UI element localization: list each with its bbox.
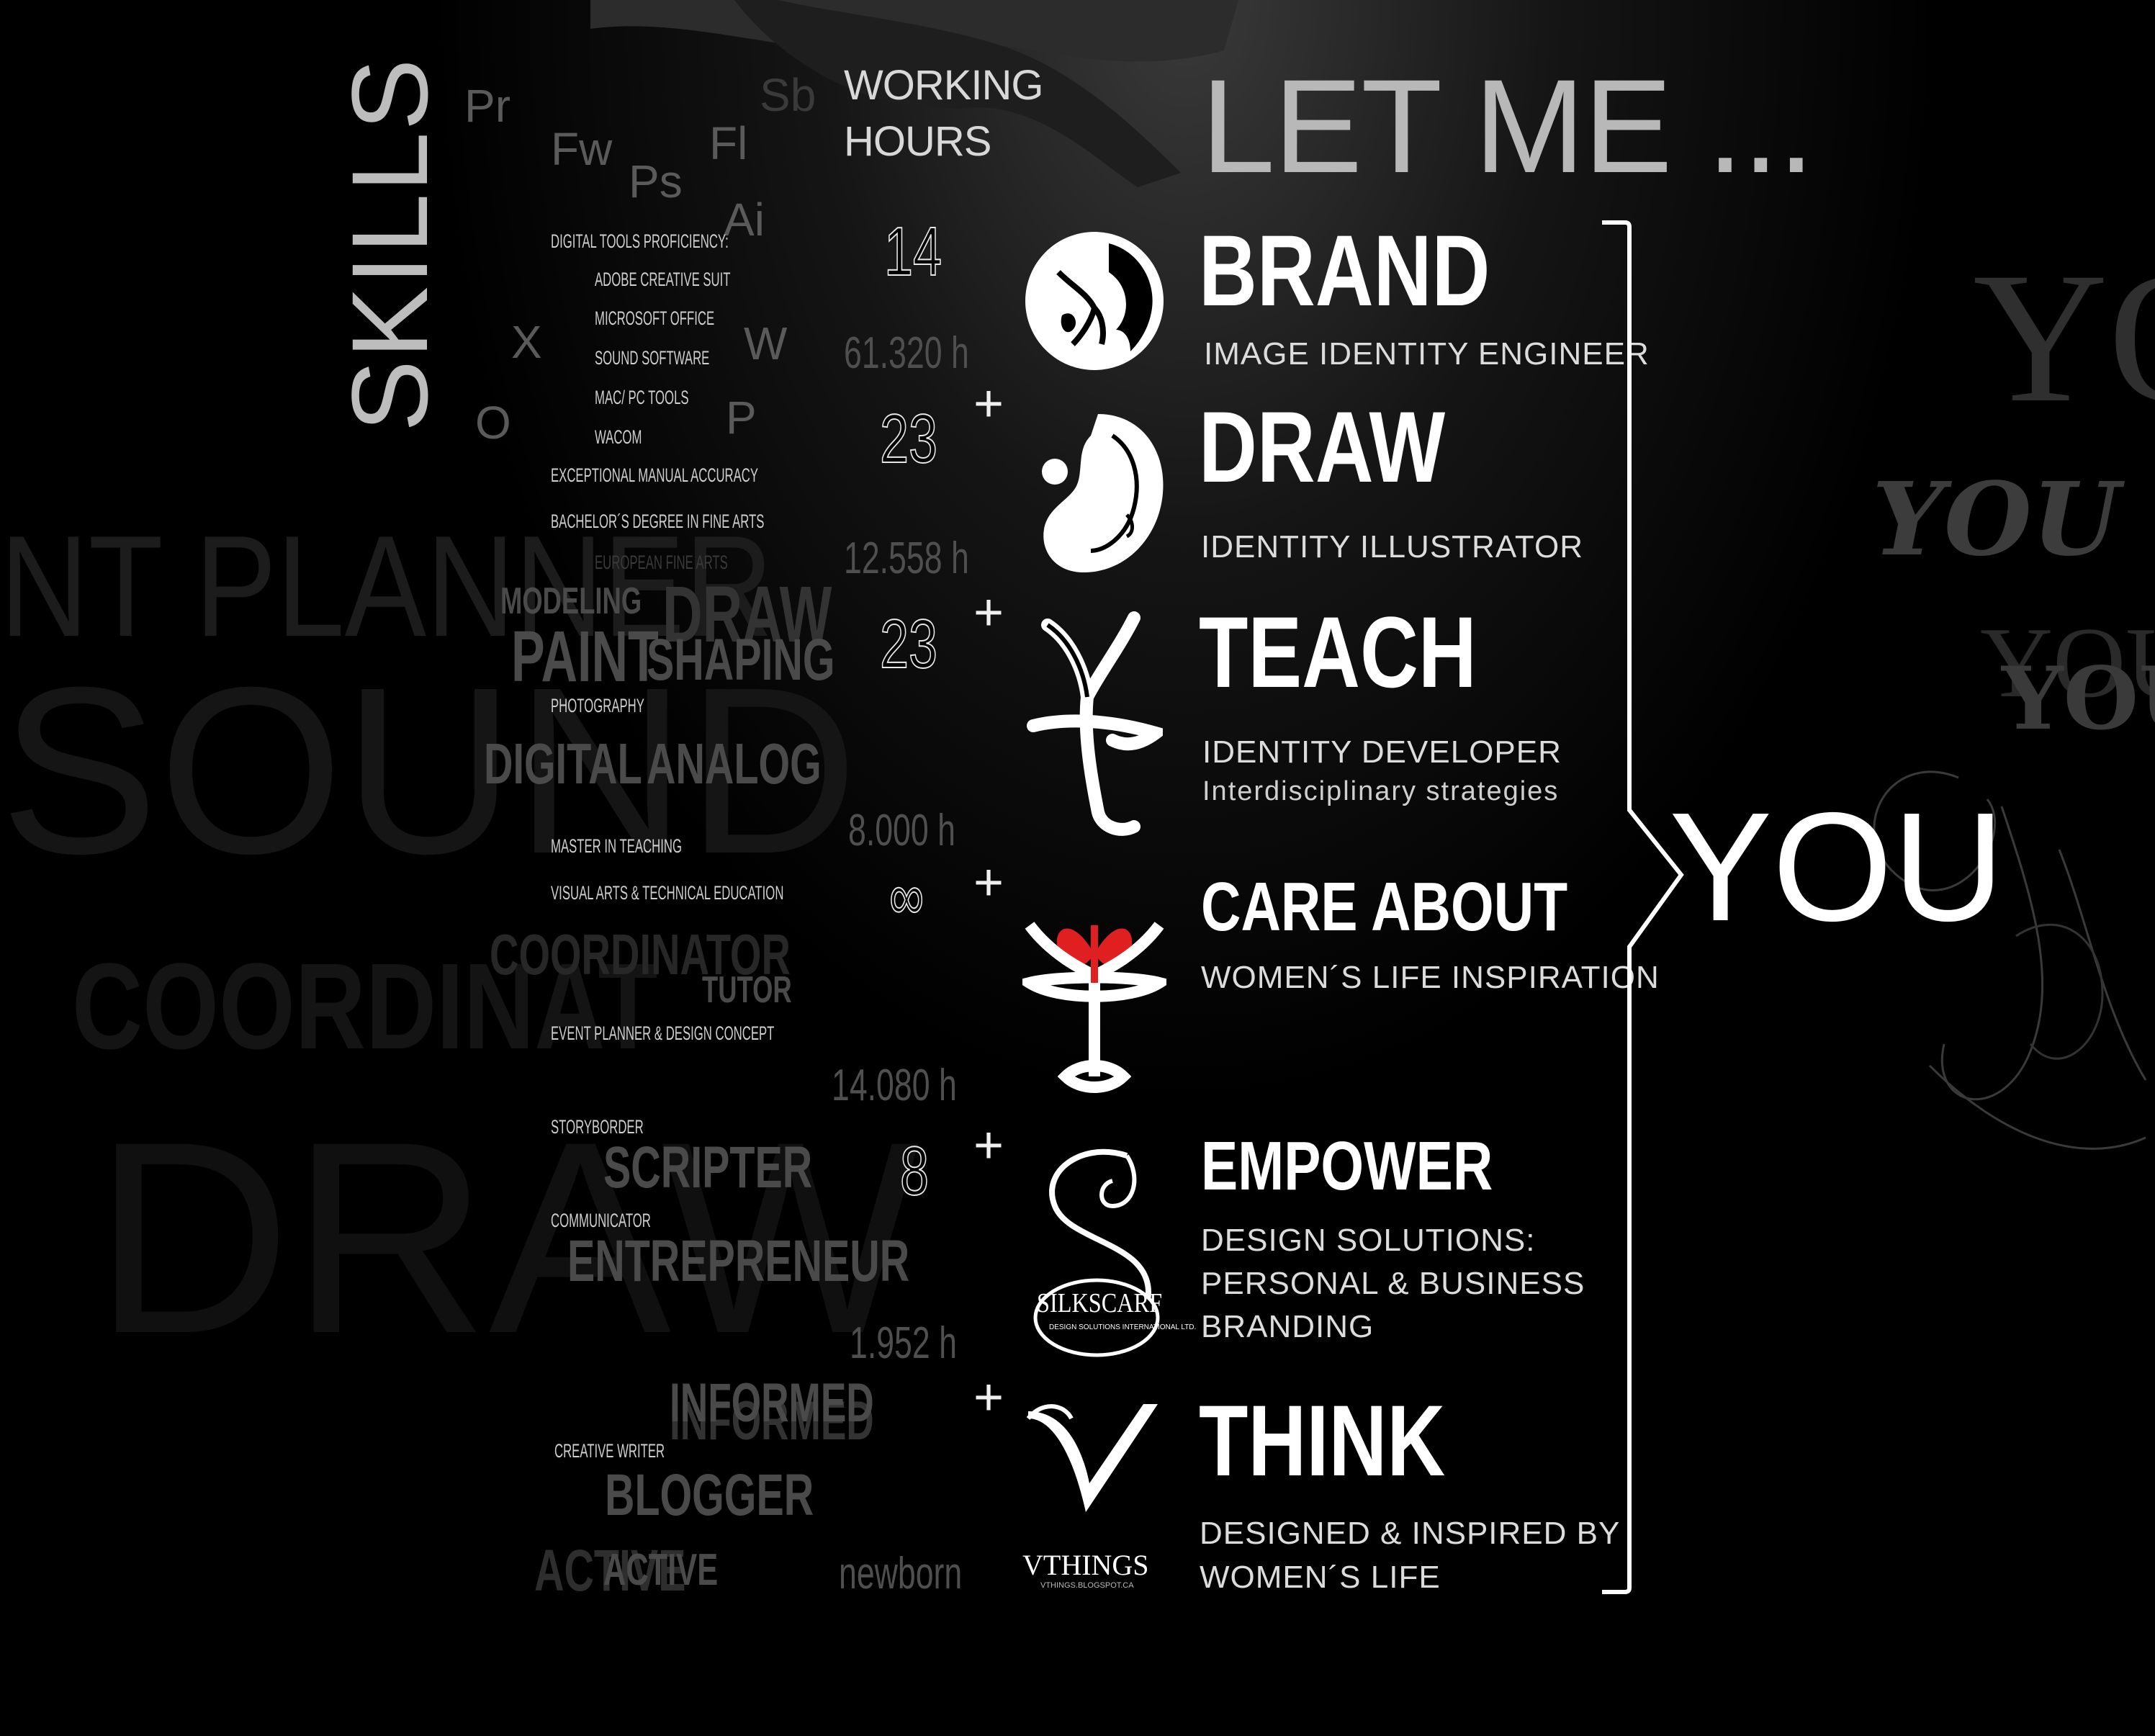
teach-logo-icon	[1027, 611, 1163, 836]
skill-line: MAC/ PC TOOLS	[595, 387, 689, 408]
skill-line: PHOTOGRAPHY	[551, 695, 644, 716]
plus-sign: +	[973, 584, 1004, 642]
think-logo-icon	[1026, 1404, 1158, 1512]
skill-line: EVENT PLANNER & DESIGN CONCEPT	[551, 1022, 775, 1044]
app-letter-ai: Ai	[724, 194, 765, 246]
poster: NT PLANNER SOUND COORDINAT DRAW YOU YOU …	[0, 0, 2155, 1736]
skill-line: SOUND SOFTWARE	[595, 347, 710, 369]
silkscarf-logo-tagline: DESIGN SOLUTIONS INTERNATIONAL LTD.	[1049, 1323, 1197, 1331]
app-letter-p: P	[726, 392, 757, 444]
years-number: 23	[879, 605, 938, 683]
draw-title: DRAW	[1199, 390, 1446, 503]
hours-total: 61.320 h	[844, 328, 969, 378]
teach-title: TEACH	[1199, 595, 1477, 709]
years-number: 14	[883, 212, 942, 291]
years-number: 23	[879, 400, 938, 478]
app-letter-o: O	[475, 397, 511, 449]
skill-line: DIGITAL TOOLS PROFICIENCY:	[551, 230, 729, 252]
skill-line: WACOM	[595, 426, 642, 448]
working-hours-label-1: WORKING	[844, 62, 1044, 109]
care-about-title: CARE ABOUT	[1201, 868, 1568, 945]
hours-total: 1.952 h	[850, 1318, 957, 1368]
skill-word-blogger: BLOGGER	[605, 1462, 814, 1528]
skill-line: CREATIVE WRITER	[554, 1440, 665, 1462]
you-target: YOU	[1669, 780, 2005, 953]
think-subtitle: DESIGNED & INSPIRED BY	[1200, 1516, 1621, 1551]
think-title: THINK	[1199, 1384, 1446, 1497]
empower-subtitle-2: PERSONAL & BUSINESS	[1201, 1266, 1585, 1301]
think-subtitle-2: WOMEN´S LIFE	[1200, 1560, 1441, 1595]
app-letter-w: W	[744, 318, 788, 369]
skill-line: BACHELOR´S DEGREE IN FINE ARTS	[551, 511, 765, 532]
teach-subtitle: IDENTITY DEVELOPER	[1202, 734, 1562, 770]
plus-sign: +	[973, 375, 1004, 433]
brand-subtitle: IMAGE IDENTITY ENGINEER	[1204, 336, 1650, 372]
skill-line: ADOBE CREATIVE SUIT	[595, 269, 731, 290]
bg-you-1: YOU	[1973, 234, 2155, 441]
teach-subtitle-2: Interdisciplinary strategies	[1202, 776, 1560, 806]
hours-total: 12.558 h	[844, 534, 969, 583]
brand-logo-icon	[1025, 232, 1164, 370]
skill-word-analog: ANALOG	[647, 732, 822, 796]
hours-total-newborn: newborn	[839, 1549, 963, 1598]
skill-word-digital: DIGITAL	[484, 732, 642, 796]
years-number: 8	[899, 1132, 930, 1210]
skill-word-informed: INFORMED	[670, 1372, 874, 1434]
brand-title: BRAND	[1199, 214, 1490, 327]
empower-subtitle-3: BRANDING	[1201, 1309, 1375, 1344]
skill-word-paint: PAINT	[511, 616, 659, 697]
skill-line: EXCEPTIONAL MANUAL ACCURACY	[551, 464, 759, 486]
let-me-heading: LET ME ...	[1201, 53, 1814, 201]
app-letter-fl: Fl	[709, 117, 748, 169]
silkscarf-logo-name: SILKSCARF	[1037, 1288, 1163, 1318]
skills-title: SKILLS	[329, 57, 450, 432]
care-about-subtitle: WOMEN´S LIFE INSPIRATION	[1201, 960, 1660, 995]
infinity-number: ∞	[888, 860, 924, 934]
vthings-logo-url: VTHINGS.BLOGSPOT.CA	[1040, 1581, 1134, 1590]
app-letter-fw: Fw	[551, 123, 613, 175]
skill-line: MASTER IN TEACHING	[551, 835, 682, 857]
skill-word-entrepreneur: ENTREPRENEUR	[567, 1228, 910, 1294]
empower-subtitle: DESIGN SOLUTIONS:	[1201, 1223, 1536, 1258]
care-about-logo-icon	[1022, 922, 1166, 1093]
app-letter-sb: Sb	[760, 69, 816, 121]
app-letter-x: X	[511, 316, 542, 368]
plus-sign: +	[973, 1369, 1004, 1426]
app-letter-pr: Pr	[464, 80, 510, 132]
skill-word-scripter: SCRIPTER	[603, 1135, 813, 1200]
skill-word-active: ACTIVE	[603, 1545, 719, 1595]
skill-line: VISUAL ARTS & TECHNICAL EDUCATION	[551, 882, 784, 904]
hours-total: 8.000 h	[848, 806, 955, 855]
vthings-logo-name: VTHINGS	[1022, 1549, 1149, 1581]
skill-line: MICROSOFT OFFICE	[595, 307, 715, 329]
hours-total: 14.080 h	[832, 1061, 957, 1110]
bg-you-2: YOU	[1872, 461, 2120, 579]
app-letter-ps: Ps	[629, 156, 683, 207]
skill-word-shaping: SHAPING	[647, 627, 835, 693]
working-hours-label-2: HOURS	[844, 118, 991, 165]
plus-sign: +	[973, 1117, 1004, 1174]
skill-word-tutor: TUTOR	[702, 969, 792, 1011]
draw-subtitle: IDENTITY ILLUSTRATOR	[1201, 529, 1583, 565]
plus-sign: +	[973, 854, 1004, 912]
draw-logo-icon	[1042, 414, 1164, 572]
empower-title: EMPOWER	[1201, 1128, 1493, 1205]
